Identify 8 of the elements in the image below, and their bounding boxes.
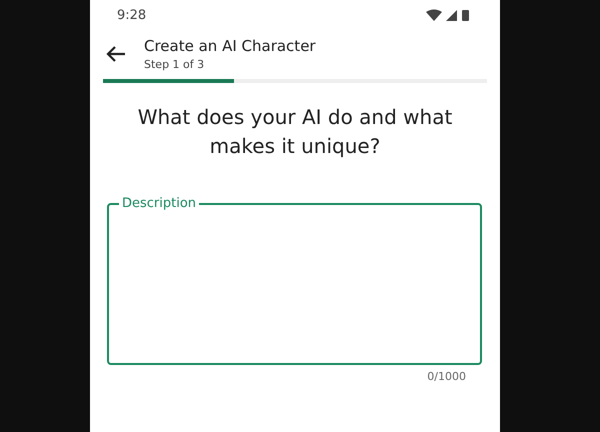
question-heading: What does your AI do and what makes it unique? — [136, 104, 454, 160]
back-arrow-icon[interactable] — [106, 45, 126, 63]
status-time: 9:28 — [117, 8, 146, 22]
page-title: Create an AI Character — [144, 37, 316, 55]
status-icons — [426, 9, 470, 21]
step-indicator: Step 1 of 3 — [144, 58, 206, 71]
description-field[interactable]: Description — [107, 196, 482, 365]
character-counter: 0/1000 — [427, 370, 466, 383]
